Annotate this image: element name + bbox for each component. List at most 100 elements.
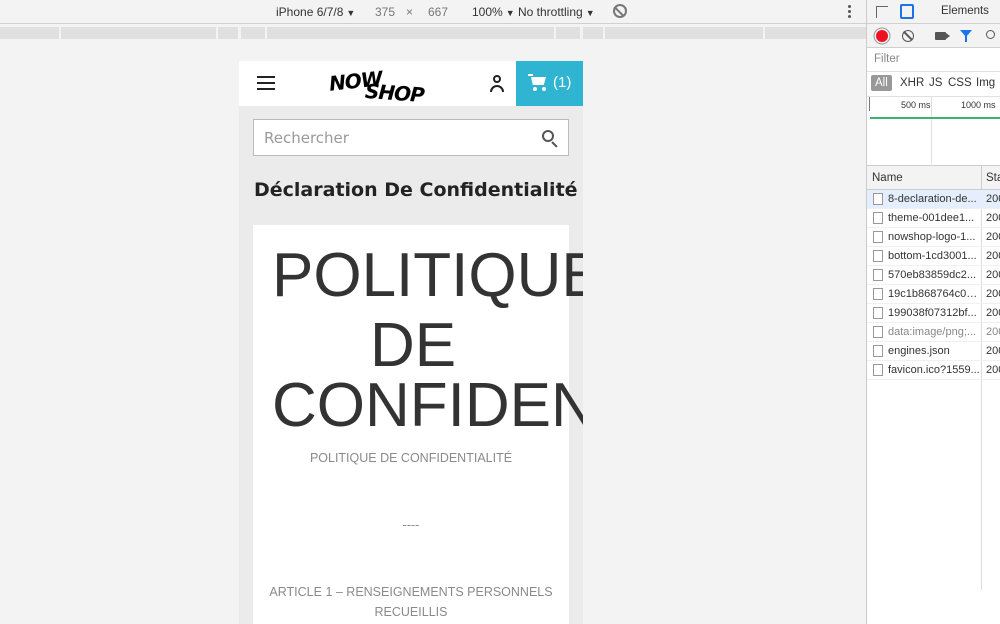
- chevron-down-icon: ▼: [505, 8, 515, 18]
- request-name: theme-001dee1...: [888, 212, 975, 224]
- cart-icon: [528, 74, 548, 92]
- devtools-tabbar: Elements: [867, 0, 1000, 24]
- media-segment[interactable]: [605, 27, 763, 39]
- device-toolbar: iPhone 6/7/8 ▼ 375 × 667 100% ▼ No throttl…: [0, 0, 866, 24]
- throttle-select[interactable]: No throttling ▼: [518, 5, 595, 19]
- search-icon[interactable]: [986, 30, 995, 39]
- separator-text: ----: [402, 518, 420, 532]
- media-query-bar[interactable]: [0, 26, 866, 40]
- media-segment[interactable]: [218, 27, 238, 39]
- request-status: 200: [986, 231, 1000, 243]
- chevron-down-icon: ▼: [585, 8, 595, 18]
- request-row[interactable]: data:image/png;... 200: [867, 323, 1000, 342]
- request-row[interactable]: 199038f07312bf... 200: [867, 304, 1000, 323]
- network-timeline[interactable]: 500 ms 1000 ms: [867, 96, 1000, 167]
- search-input[interactable]: [254, 120, 524, 155]
- request-row[interactable]: 19c1b868764c0e... 200: [867, 285, 1000, 304]
- page-content: POLITIQUE DE CONFIDEN POLITIQUE DE CONFI…: [253, 225, 583, 624]
- request-name: engines.json: [888, 345, 950, 357]
- height-field[interactable]: 667: [428, 5, 448, 19]
- request-status: 200: [986, 288, 1000, 300]
- media-segment[interactable]: [241, 27, 265, 39]
- inspect-icon[interactable]: [876, 6, 888, 18]
- file-icon: [873, 307, 883, 319]
- media-segment[interactable]: [765, 27, 866, 39]
- heading-line: POLITIQUE: [272, 241, 583, 310]
- type-filter-css[interactable]: CSS: [948, 77, 972, 89]
- rotate-icon[interactable]: [613, 4, 627, 18]
- tab-elements[interactable]: Elements: [941, 5, 989, 17]
- media-segment[interactable]: [0, 27, 59, 39]
- type-filter-js[interactable]: JS: [929, 77, 942, 89]
- media-segment[interactable]: [556, 27, 580, 39]
- request-name: 8-declaration-de...: [888, 193, 977, 205]
- mobile-viewport: NOW SHOP (1) Déclaration De Confidential…: [239, 61, 583, 624]
- filter-icon[interactable]: [960, 30, 972, 42]
- request-name: bottom-1cd3001...: [888, 250, 977, 262]
- column-name[interactable]: Name: [872, 172, 903, 184]
- menu-icon[interactable]: [257, 76, 275, 90]
- device-toggle-icon[interactable]: [900, 4, 914, 19]
- file-icon: [873, 288, 883, 300]
- media-segment[interactable]: [61, 27, 216, 39]
- request-row[interactable]: theme-001dee1... 200: [867, 209, 1000, 228]
- dimension-separator: ×: [406, 5, 414, 19]
- cart-count: (1): [553, 74, 572, 91]
- heading-line: DE: [370, 311, 457, 380]
- request-row[interactable]: 8-declaration-de... 200: [867, 190, 1000, 209]
- request-row[interactable]: bottom-1cd3001... 200: [867, 247, 1000, 266]
- browser-window: iPhone 6/7/8 ▼ 375 × 667 100% ▼ No throttl…: [0, 0, 1000, 624]
- request-status: 200: [986, 364, 1000, 376]
- shop-logo[interactable]: NOW SHOP: [327, 66, 427, 108]
- timeline-gridline: [931, 97, 932, 167]
- request-name: 199038f07312bf...: [888, 307, 977, 319]
- request-row[interactable]: 570eb83859dc2... 200: [867, 266, 1000, 285]
- file-icon: [873, 345, 883, 357]
- type-filter-img[interactable]: Img: [976, 77, 995, 89]
- chevron-down-icon: ▼: [346, 8, 356, 18]
- clear-icon[interactable]: [902, 30, 914, 42]
- zoom-select[interactable]: 100% ▼: [472, 5, 515, 19]
- file-icon: [873, 212, 883, 224]
- record-icon[interactable]: [876, 30, 888, 42]
- cart-button[interactable]: (1): [516, 61, 583, 106]
- timeline-tick: 500 ms: [901, 100, 931, 110]
- zoom-label: 100%: [472, 5, 503, 19]
- site-header: NOW SHOP (1): [239, 61, 583, 108]
- device-label: iPhone 6/7/8: [276, 5, 344, 19]
- device-select[interactable]: iPhone 6/7/8 ▼: [276, 5, 355, 19]
- request-list: 8-declaration-de... 200 theme-001dee1... 20…: [867, 190, 1000, 590]
- type-filters: All XHR JS CSS Img: [867, 72, 1000, 96]
- type-filter-xhr[interactable]: XHR: [900, 77, 924, 89]
- search-box: [253, 119, 569, 156]
- filter-input[interactable]: Filter: [867, 48, 1000, 72]
- subtitle: POLITIQUE DE CONFIDENTIALITÉ: [309, 451, 513, 465]
- devtools-panel: Elements Filter All XHR JS CSS Img 500 m…: [866, 0, 1000, 624]
- media-segment[interactable]: [583, 27, 603, 39]
- request-row[interactable]: nowshop-logo-1... 200: [867, 228, 1000, 247]
- article-heading: ARTICLE 1 – RENSEIGNEMENTS PERSONNELS RE…: [269, 585, 553, 619]
- request-row[interactable]: engines.json 200: [867, 342, 1000, 361]
- more-options-icon[interactable]: [846, 4, 852, 20]
- column-status[interactable]: Sta: [986, 172, 1000, 184]
- media-segment[interactable]: [267, 27, 554, 39]
- heading-line: CONFIDEN: [272, 371, 583, 440]
- type-filter-all[interactable]: All: [871, 75, 892, 91]
- request-status: 200: [986, 326, 1000, 338]
- request-name: favicon.ico?1559...: [888, 364, 980, 376]
- search-icon[interactable]: [542, 130, 560, 148]
- request-status: 200: [986, 250, 1000, 262]
- request-status: 200: [986, 212, 1000, 224]
- request-status: 200: [986, 269, 1000, 281]
- file-icon: [873, 231, 883, 243]
- request-table-header: Name Sta: [867, 166, 1000, 190]
- request-name: data:image/png;...: [888, 326, 977, 338]
- logo-text-shop: SHOP: [364, 78, 425, 108]
- page-title: Déclaration De Confidentialité: [254, 179, 578, 201]
- request-row[interactable]: favicon.ico?1559... 200: [867, 361, 1000, 380]
- request-status: 200: [986, 193, 1000, 205]
- user-icon[interactable]: [488, 74, 508, 94]
- timeline-marker: [869, 97, 870, 111]
- width-field[interactable]: 375: [375, 5, 395, 19]
- camera-icon[interactable]: [935, 32, 950, 40]
